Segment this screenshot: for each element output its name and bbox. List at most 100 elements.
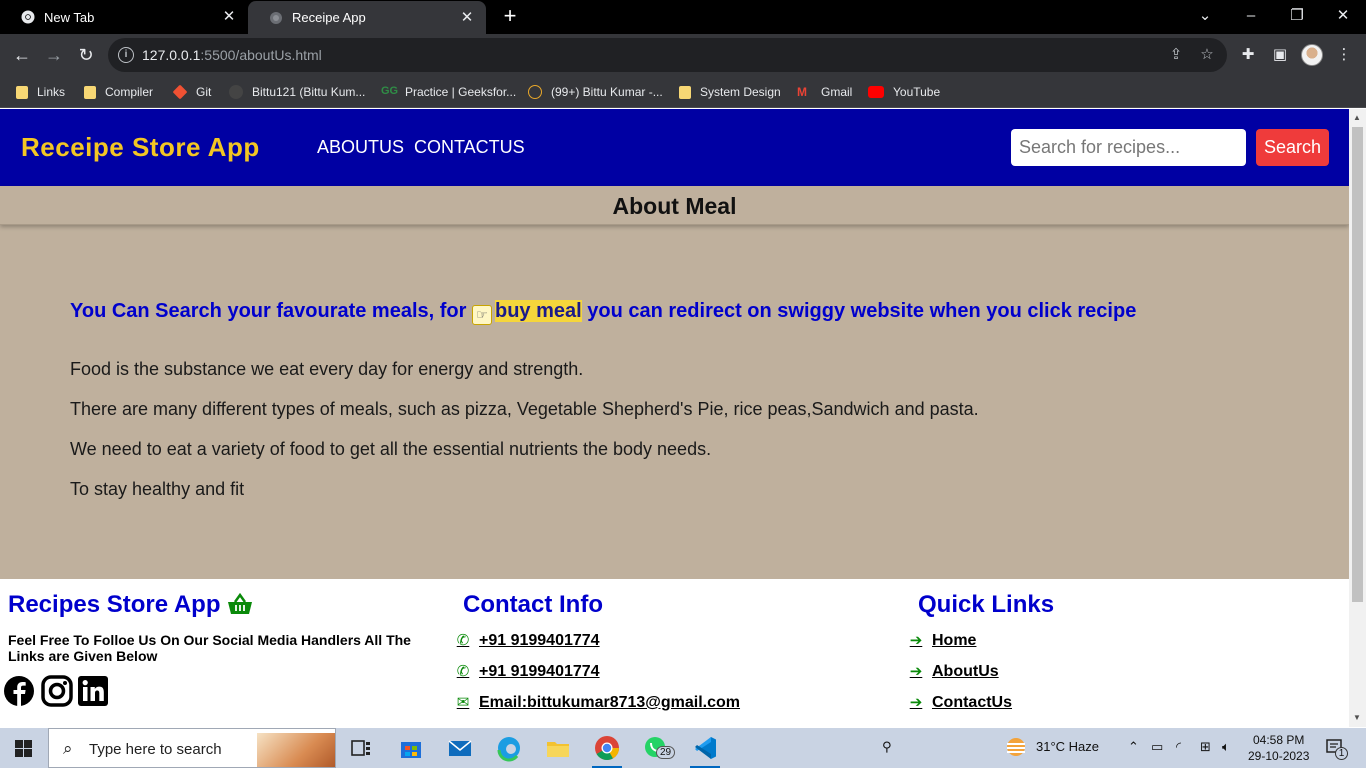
bookmark-geeksforgeeks[interactable]: GG Practice | Geeksfor...: [381, 83, 516, 101]
footer: Recipes Store App Feel Free To Folloe Us…: [0, 579, 1349, 727]
arrow-right-icon: ➔: [909, 632, 923, 649]
buy-meal-highlight[interactable]: buy meal: [494, 300, 582, 322]
new-tab-plus-icon[interactable]: +: [500, 5, 520, 27]
linkedin-icon[interactable]: [77, 675, 109, 707]
minimize-icon[interactable]: –: [1241, 6, 1261, 26]
url-text: 127.0.0.1:5500/aboutUs.html: [142, 47, 322, 63]
more-menu-icon[interactable]: ⋮: [1334, 45, 1354, 65]
facebook-icon[interactable]: [3, 675, 35, 707]
folder-icon: [84, 85, 96, 99]
address-bar[interactable]: i 127.0.0.1:5500/aboutUs.html ⇪ ☆: [108, 38, 1227, 72]
close-tab-icon[interactable]: ✕: [220, 8, 238, 26]
quick-link-home[interactable]: ➔ Home: [908, 632, 977, 650]
bookmark-star-icon[interactable]: ☆: [1198, 46, 1216, 64]
globe-icon: [268, 10, 284, 26]
contact-info-title: Contact Info: [463, 591, 603, 618]
extensions-puzzle-icon[interactable]: ✚: [1238, 45, 1258, 65]
phone-icon: ✆: [456, 632, 470, 649]
about-paragraph: To stay healthy and fit: [70, 479, 245, 499]
windows-taskbar: ⌕ Type here to search 29 ⚲ 31°C Haze ⌃ ▭…: [0, 728, 1366, 768]
tab-search-chevron-icon[interactable]: ⌄: [1195, 6, 1215, 26]
bookmark-youtube[interactable]: YouTube: [868, 83, 940, 101]
contact-phone-link[interactable]: ✆ +91 9199401774: [455, 632, 600, 650]
shopping-basket-icon: [227, 592, 253, 615]
network-icon[interactable]: ⊞: [1200, 739, 1211, 755]
nav-aboutus-link[interactable]: ABOUTUS: [317, 137, 404, 158]
taskbar-search-box[interactable]: ⌕ Type here to search: [48, 728, 336, 768]
instagram-icon[interactable]: [41, 675, 73, 707]
wifi-icon[interactable]: ◜: [1176, 739, 1181, 755]
reload-icon[interactable]: ↻: [76, 45, 96, 65]
arrow-right-icon: ➔: [909, 663, 923, 680]
recipe-search-input[interactable]: [1011, 129, 1246, 166]
bookmark-compiler[interactable]: Compiler: [84, 83, 153, 101]
file-explorer-icon[interactable]: [544, 734, 572, 762]
git-icon: [172, 84, 188, 100]
about-paragraph: Food is the substance we eat every day f…: [70, 359, 584, 379]
arrow-right-icon: ➔: [909, 694, 923, 711]
mail-icon[interactable]: [446, 734, 474, 762]
search-button[interactable]: Search: [1256, 129, 1329, 166]
nav-contactus-link[interactable]: CONTACTUS: [414, 137, 525, 158]
scroll-up-arrow-icon[interactable]: ▲: [1353, 113, 1361, 122]
chevron-up-icon[interactable]: ⌃: [1128, 739, 1139, 755]
vscode-icon[interactable]: [691, 734, 719, 762]
bookmarks-bar: Links Compiler Git Bittu121 (Bittu Kum..…: [0, 76, 1366, 108]
chrome-taskbar-icon[interactable]: [593, 734, 621, 762]
browser-tab-new-tab[interactable]: New Tab ✕: [0, 0, 248, 34]
folder-icon: [16, 85, 28, 99]
bookmark-github[interactable]: Bittu121 (Bittu Kum...: [229, 83, 365, 101]
contact-phone-link[interactable]: ✆ +91 9199401774: [455, 663, 600, 681]
edge-browser-icon[interactable]: [495, 734, 523, 762]
social-description: Feel Free To Folloe Us On Our Social Med…: [8, 632, 411, 664]
bookmark-profile[interactable]: (99+) Bittu Kumar -...: [528, 83, 663, 101]
scroll-down-arrow-icon[interactable]: ▼: [1353, 713, 1361, 722]
bookmark-gmail[interactable]: M Gmail: [797, 83, 852, 101]
contact-email-link[interactable]: ✉ Email:bittukumar8713@gmail.com: [455, 694, 740, 712]
weather-text[interactable]: 31°C Haze: [1036, 739, 1099, 754]
battery-icon[interactable]: ▭: [1151, 739, 1163, 755]
close-tab-icon[interactable]: ✕: [458, 9, 476, 27]
close-window-icon[interactable]: ✕: [1333, 6, 1353, 26]
tab-title: Receipe App: [292, 10, 366, 25]
back-arrow-icon[interactable]: ←: [12, 45, 32, 65]
folder-icon: [679, 85, 691, 99]
youtube-icon: [868, 86, 884, 98]
about-header: About Meal: [0, 186, 1349, 225]
notification-center-icon[interactable]: 1: [1325, 737, 1348, 760]
profile-avatar[interactable]: [1301, 44, 1323, 66]
tab-title: New Tab: [44, 9, 95, 25]
app-brand[interactable]: Receipe Store App: [21, 132, 260, 163]
page-scrollbar[interactable]: ▲ ▼: [1349, 109, 1366, 727]
site-info-icon[interactable]: i: [118, 47, 134, 63]
people-icon[interactable]: ⚲: [882, 739, 892, 755]
browser-toolbar: ← → ↻ i 127.0.0.1:5500/aboutUs.html ⇪ ☆ …: [0, 34, 1366, 76]
quick-links-title: Quick Links: [918, 591, 1055, 618]
microsoft-store-icon[interactable]: [397, 734, 425, 762]
notification-count: 1: [1335, 747, 1348, 760]
bookmark-links[interactable]: Links: [16, 83, 65, 101]
quick-link-aboutus[interactable]: ➔ AboutUs: [908, 663, 999, 681]
forward-arrow-icon[interactable]: →: [44, 45, 64, 65]
system-clock[interactable]: 04:58 PM 29-10-2023: [1248, 732, 1309, 764]
windows-start-icon[interactable]: [15, 740, 32, 757]
search-icon: ⌕: [63, 739, 73, 758]
about-paragraph: There are many different types of meals,…: [70, 399, 979, 419]
side-panel-icon[interactable]: ▣: [1270, 45, 1290, 65]
volume-icon[interactable]: 🔈︎: [1222, 739, 1230, 755]
share-icon[interactable]: ⇪: [1167, 46, 1185, 64]
pointing-hand-icon: ☞: [471, 305, 492, 325]
quick-link-contactus[interactable]: ➔ ContactUs: [908, 694, 1012, 712]
whatsapp-badge: 29: [656, 746, 676, 759]
scrollbar-thumb[interactable]: [1352, 127, 1363, 602]
bookmark-system-design[interactable]: System Design: [679, 83, 781, 101]
whatsapp-icon[interactable]: 29: [642, 734, 676, 762]
search-highlight-illustration: [257, 733, 335, 767]
browser-tab-receipe-app[interactable]: Receipe App ✕: [248, 1, 486, 34]
weather-haze-icon: [1005, 736, 1027, 761]
task-view-icon[interactable]: [347, 734, 375, 762]
envelope-icon: ✉: [456, 694, 470, 711]
profile-link-icon: [528, 85, 542, 99]
restore-icon[interactable]: ❐: [1287, 6, 1307, 26]
bookmark-git[interactable]: Git: [172, 83, 211, 101]
